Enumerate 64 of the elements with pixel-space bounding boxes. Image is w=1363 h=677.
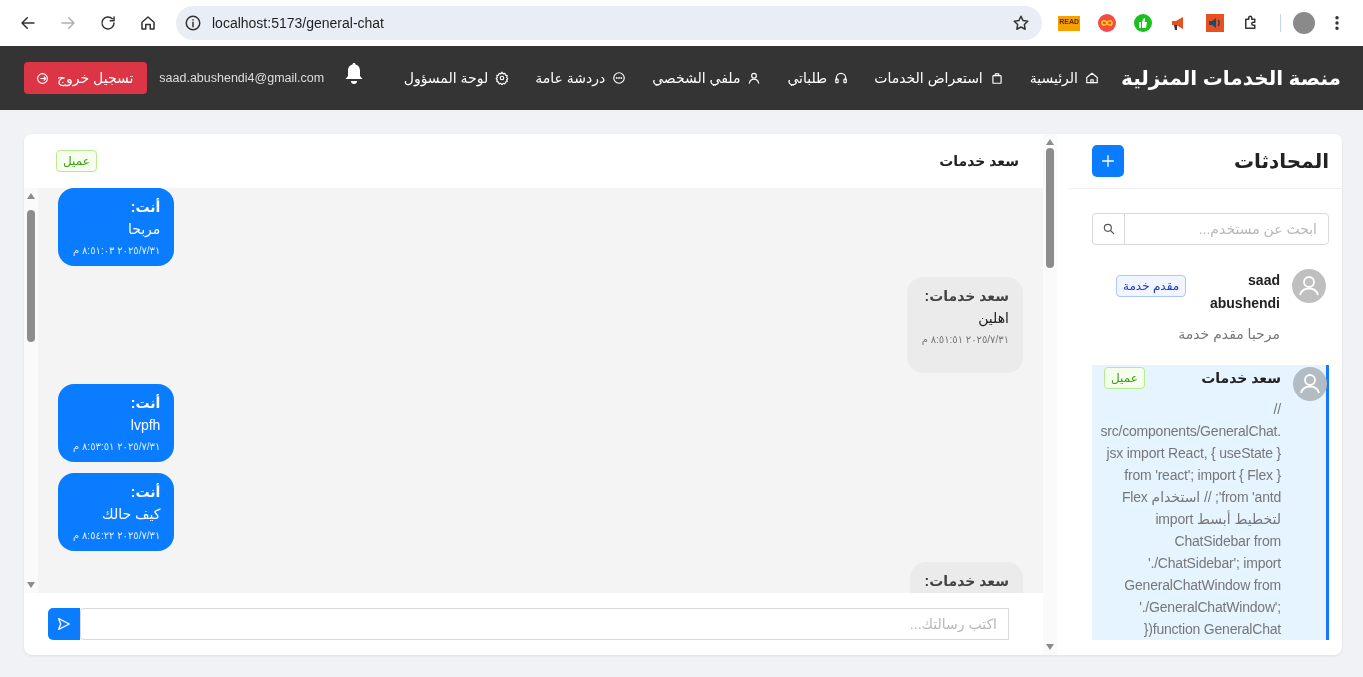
message-time: ٢٠٢٥/٧/٣١ ٨:٥١:٠٣ م — [73, 244, 161, 258]
role-tag: مقدم خدمة — [1116, 275, 1187, 297]
back-icon[interactable] — [19, 14, 37, 32]
user-icon — [747, 71, 762, 85]
message-text: lvpfh — [129, 416, 161, 435]
send-button[interactable] — [48, 608, 80, 640]
url-text: localhost:5173/general-chat — [212, 15, 385, 31]
search-icon — [1101, 222, 1116, 236]
contact-name: سعد خدمات — [1201, 369, 1281, 388]
chat-title: سعد خدمات — [939, 153, 1019, 169]
nav-link[interactable]: طلباتي — [787, 70, 849, 86]
nav-link[interactable]: الرئيسية — [1029, 70, 1099, 86]
bell-icon[interactable] — [344, 62, 365, 84]
panel-title: المحادثات — [1233, 149, 1329, 173]
user-email: saad.abushendi4@gmail.com — [159, 71, 325, 85]
message-preview: مرحبا مقدم خدمة — [1177, 325, 1280, 345]
avatar[interactable] — [1293, 12, 1315, 34]
contact-name: saad abushendi — [1210, 271, 1280, 313]
message-time: ٢٠٢٥/٧/٣١ ٨:٥٣:٥١ م — [73, 440, 161, 454]
search-field[interactable]: ابحث عن مستخدم... — [1124, 213, 1329, 245]
role-tag: عميل — [56, 150, 97, 172]
info-icon[interactable] — [184, 14, 202, 32]
thumbs-up-extension-icon[interactable] — [1134, 14, 1152, 32]
bag-icon — [989, 71, 1004, 85]
nav-link[interactable]: لوحة المسؤول — [403, 70, 510, 86]
search-button[interactable] — [1092, 213, 1124, 245]
home-icon — [1085, 71, 1099, 85]
conversation-item[interactable] — [1092, 365, 1329, 640]
reload-icon[interactable] — [99, 14, 117, 32]
forward-icon[interactable] — [59, 14, 77, 32]
message-sender: سعد خدمات: — [924, 572, 1009, 591]
logout-icon — [36, 71, 49, 85]
plus-icon — [1100, 153, 1116, 169]
scrollbar[interactable] — [1043, 134, 1057, 655]
message-sender: أنت: — [129, 482, 161, 502]
speaker-extension-icon[interactable] — [1206, 14, 1224, 32]
scrollbar[interactable] — [24, 188, 38, 593]
home-icon[interactable] — [139, 14, 157, 32]
message-text: كيف حالك — [101, 505, 161, 524]
message-time: ٢٠٢٥/٧/٣١ ٨:٥١:٥١ م — [921, 333, 1009, 347]
brand-title[interactable]: منصة الخدمات المنزلية — [1121, 66, 1341, 90]
nav-link[interactable]: دردشة عامة — [535, 70, 627, 86]
role-tag: عميل — [1104, 367, 1145, 389]
message-sender: أنت: — [129, 197, 161, 217]
chat-icon — [612, 71, 627, 85]
avatar-icon — [1293, 367, 1327, 401]
nav-link[interactable]: استعراض الخدمات — [874, 70, 1004, 86]
message-sender: أنت: — [129, 393, 161, 413]
star-icon[interactable] — [1012, 14, 1031, 32]
infinity-extension-icon[interactable] — [1098, 14, 1116, 32]
message-time: ٢٠٢٥/٧/٣١ ٨:٥٤:٢٢ م — [73, 529, 161, 543]
send-icon — [56, 616, 72, 632]
message-preview: // src/components/GeneralChat.jsx import React, { useState } from 'react'; import { Flex } from 'antd'; // استخدام Flex لتخطيط أبسط import ChatSidebar from './ChatSidebar'; import GeneralChatWindow from './GeneralChatWindow'; function GeneralChat({ — [1099, 400, 1281, 639]
gear-icon — [495, 71, 510, 85]
message-text: مربحا — [126, 220, 161, 239]
nav-link[interactable]: ملفي الشخصي — [652, 70, 762, 86]
avatar-icon — [1292, 269, 1326, 303]
add-button[interactable] — [1092, 145, 1124, 177]
address-bar[interactable]: localhost:5173/general-chat — [176, 6, 1043, 40]
message-text: اهلين — [977, 309, 1009, 329]
headphones-icon — [834, 71, 849, 85]
message-sender: سعد خدمات: — [923, 287, 1009, 306]
message-input[interactable]: اكتب رسالتك... — [80, 608, 1009, 640]
logout-button[interactable]: تسجيل خروج — [24, 62, 148, 94]
